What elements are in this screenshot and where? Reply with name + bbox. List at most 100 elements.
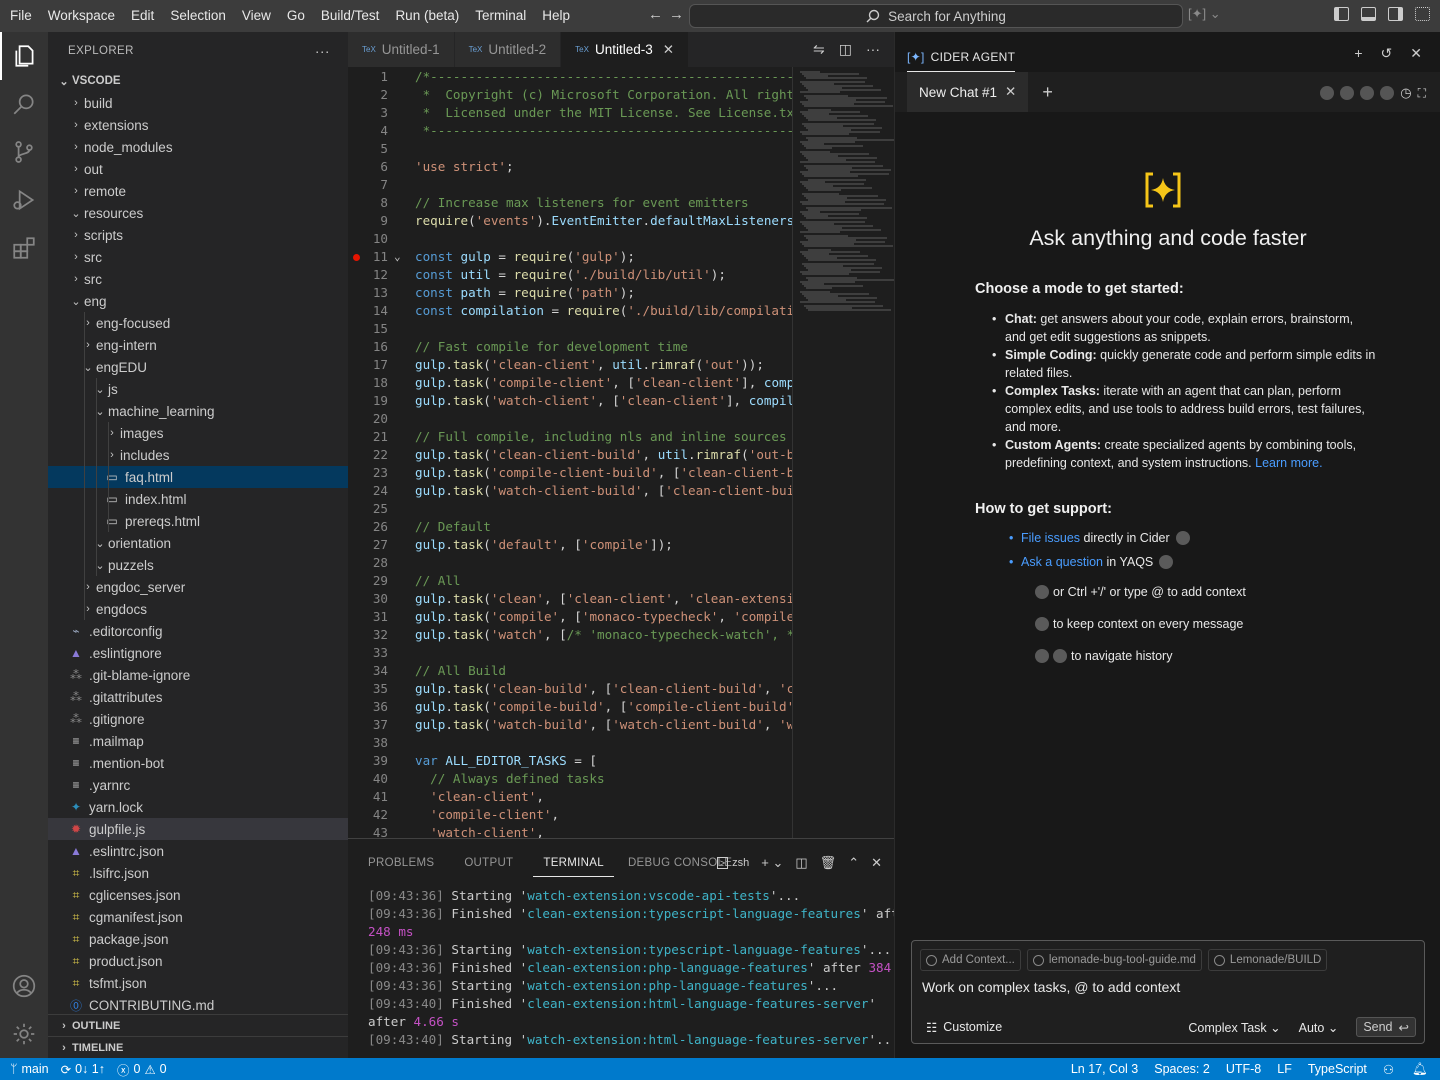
menu-item-go[interactable]: Go xyxy=(279,0,313,32)
context-file-chip[interactable]: Lemonade/BUILD xyxy=(1207,949,1328,971)
toggle-panel-icon[interactable] xyxy=(1361,7,1376,21)
problems-status[interactable]: ⓧ 0 ⚠ 0 xyxy=(111,1060,173,1079)
tree-folder[interactable]: › remote xyxy=(48,180,348,202)
close-icon[interactable]: ✕ xyxy=(663,42,674,58)
tree-file[interactable]: ⁂ .git-blame-ignore xyxy=(48,664,348,686)
add-context-chip[interactable]: Add Context... xyxy=(920,949,1021,971)
outline-section[interactable]: › OUTLINE xyxy=(48,1014,348,1036)
menu-item-help[interactable]: Help xyxy=(534,0,578,32)
timeline-section[interactable]: › TIMELINE xyxy=(48,1036,348,1058)
tree-file[interactable]: ⌗ tsfmt.json xyxy=(48,972,348,994)
new-chat-icon[interactable]: + xyxy=(1354,45,1362,62)
tree-file[interactable]: ▭ index.html xyxy=(48,488,348,510)
mode-select[interactable]: Complex Task ⌄ xyxy=(1188,1020,1280,1035)
compare-icon[interactable]: ⇋ xyxy=(813,41,825,58)
tree-file[interactable]: ⁂ .gitattributes xyxy=(48,686,348,708)
menu-item-terminal[interactable]: Terminal xyxy=(467,0,534,32)
history-icon[interactable]: ↺ xyxy=(1381,45,1393,62)
agent-toggle-icon[interactable]: [✦] ⌄ xyxy=(1188,6,1221,22)
model-select[interactable]: Auto ⌄ xyxy=(1299,1020,1339,1035)
tree-file[interactable]: ▲ .eslintignore xyxy=(48,642,348,664)
tree-folder[interactable]: › build xyxy=(48,92,348,114)
menu-item-run-beta[interactable]: Run (beta) xyxy=(387,0,467,32)
tree-file[interactable]: ✦ yarn.lock xyxy=(48,796,348,818)
toggle-secondary-sidebar-icon[interactable] xyxy=(1388,7,1403,21)
action-dot-icon[interactable] xyxy=(1380,86,1395,100)
tree-folder[interactable]: › images xyxy=(48,422,348,444)
maximize-panel-icon[interactable]: ⌃ xyxy=(848,855,859,871)
tab-output[interactable]: OUTPUT xyxy=(444,839,523,887)
menu-item-selection[interactable]: Selection xyxy=(162,0,234,32)
tree-folder[interactable]: ⌄ eng xyxy=(48,290,348,312)
branch-status[interactable]: ᛘ main xyxy=(0,1062,55,1076)
menu-item-edit[interactable]: Edit xyxy=(123,0,162,32)
tree-file[interactable]: ⁂ .gitignore xyxy=(48,708,348,730)
tree-folder[interactable]: › src xyxy=(48,268,348,290)
tree-folder[interactable]: ⌄ engEDU xyxy=(48,356,348,378)
close-panel-icon[interactable]: ✕ xyxy=(871,855,882,871)
run-debug-icon[interactable] xyxy=(0,176,48,224)
tab-untitled-2[interactable]: TeX Untitled-2 xyxy=(454,32,562,67)
indentation[interactable]: Spaces: 2 xyxy=(1148,1062,1220,1076)
accounts-icon[interactable] xyxy=(0,962,48,1010)
tree-file[interactable]: ▭ faq.html xyxy=(48,466,348,488)
breakpoint-icon[interactable] xyxy=(353,254,360,261)
feedback-icon[interactable]: ⚇ xyxy=(1377,1062,1406,1077)
context-file-chip[interactable]: lemonade-bug-tool-guide.md xyxy=(1026,949,1202,971)
tree-file[interactable]: ⌗ cglicenses.json xyxy=(48,884,348,906)
tree-folder[interactable]: › engdocs xyxy=(48,598,348,620)
add-terminal-icon[interactable]: + ⌄ xyxy=(761,855,783,871)
source-control-icon[interactable] xyxy=(0,128,48,176)
tree-file[interactable]: ✹ gulpfile.js xyxy=(48,818,348,840)
tree-file[interactable]: ≡ .mention-bot xyxy=(48,752,348,774)
menu-item-view[interactable]: View xyxy=(234,0,279,32)
tree-file[interactable]: ≡ .yarnrc xyxy=(48,774,348,796)
tree-folder[interactable]: › eng-focused xyxy=(48,312,348,334)
fold-chevron-icon[interactable]: ⌄ xyxy=(394,248,401,266)
tree-folder[interactable]: › eng-intern xyxy=(48,334,348,356)
more-actions-icon[interactable]: ··· xyxy=(315,43,330,59)
learn-more-link[interactable]: Learn more. xyxy=(1255,456,1322,470)
tree-file[interactable]: ⌗ .lsifrc.json xyxy=(48,862,348,884)
toggle-sidebar-icon[interactable] xyxy=(1334,7,1349,21)
terminal-shell-label[interactable]: zsh xyxy=(732,857,749,869)
tree-folder[interactable]: ⌄ orientation xyxy=(48,532,348,554)
tree-file[interactable]: ▲ .eslintrc.json xyxy=(48,840,348,862)
forward-arrow-icon[interactable]: → xyxy=(669,6,684,23)
tab-untitled-1[interactable]: TeX Untitled-1 xyxy=(348,32,455,67)
tree-folder[interactable]: › out xyxy=(48,158,348,180)
tree-folder[interactable]: ⌄ machine_learning xyxy=(48,400,348,422)
action-dot-icon[interactable] xyxy=(1340,86,1355,100)
menu-item-build-test[interactable]: Build/Test xyxy=(313,0,388,32)
tree-folder[interactable]: › engdoc_server xyxy=(48,576,348,598)
tree-file[interactable]: ⌗ product.json xyxy=(48,950,348,972)
customize-layout-icon[interactable] xyxy=(1415,7,1430,21)
search-icon[interactable] xyxy=(0,80,48,128)
tree-folder[interactable]: › extensions xyxy=(48,114,348,136)
command-center[interactable]: Search for Anything xyxy=(689,4,1183,28)
tree-folder[interactable]: › src xyxy=(48,246,348,268)
end-of-line[interactable]: LF xyxy=(1271,1062,1302,1076)
bell-icon[interactable]: 🔔︎ xyxy=(1406,1062,1440,1077)
tree-file[interactable]: ⌗ cgmanifest.json xyxy=(48,906,348,928)
tree-file[interactable]: ⓪ CONTRIBUTING.md xyxy=(48,994,348,1016)
split-terminal-icon[interactable]: ◫ xyxy=(795,855,807,871)
encoding[interactable]: UTF-8 xyxy=(1220,1062,1271,1076)
add-chat-icon[interactable]: + xyxy=(1042,82,1053,103)
menu-item-workspace[interactable]: Workspace xyxy=(40,0,123,32)
back-arrow-icon[interactable]: ← xyxy=(648,6,663,23)
tree-root[interactable]: ⌄ VSCODE xyxy=(48,70,348,92)
extensions-icon[interactable] xyxy=(0,224,48,272)
tab-problems[interactable]: PROBLEMS xyxy=(348,839,444,887)
tree-file[interactable]: ⌗ package.json xyxy=(48,928,348,950)
action-dot-icon[interactable] xyxy=(1320,86,1335,100)
ask-question-link[interactable]: Ask a question xyxy=(1021,555,1103,569)
tree-file[interactable]: ⌁ .editorconfig xyxy=(48,620,348,642)
timer-icon[interactable]: ◷ xyxy=(1400,85,1411,101)
tree-folder[interactable]: ⌄ resources xyxy=(48,202,348,224)
fullscreen-icon[interactable]: ⛶ xyxy=(1418,86,1426,101)
split-editor-icon[interactable]: ◫ xyxy=(839,41,852,58)
tree-folder[interactable]: ⌄ puzzels xyxy=(48,554,348,576)
tree-folder[interactable]: › includes xyxy=(48,444,348,466)
tree-folder[interactable]: ⌄ js xyxy=(48,378,348,400)
